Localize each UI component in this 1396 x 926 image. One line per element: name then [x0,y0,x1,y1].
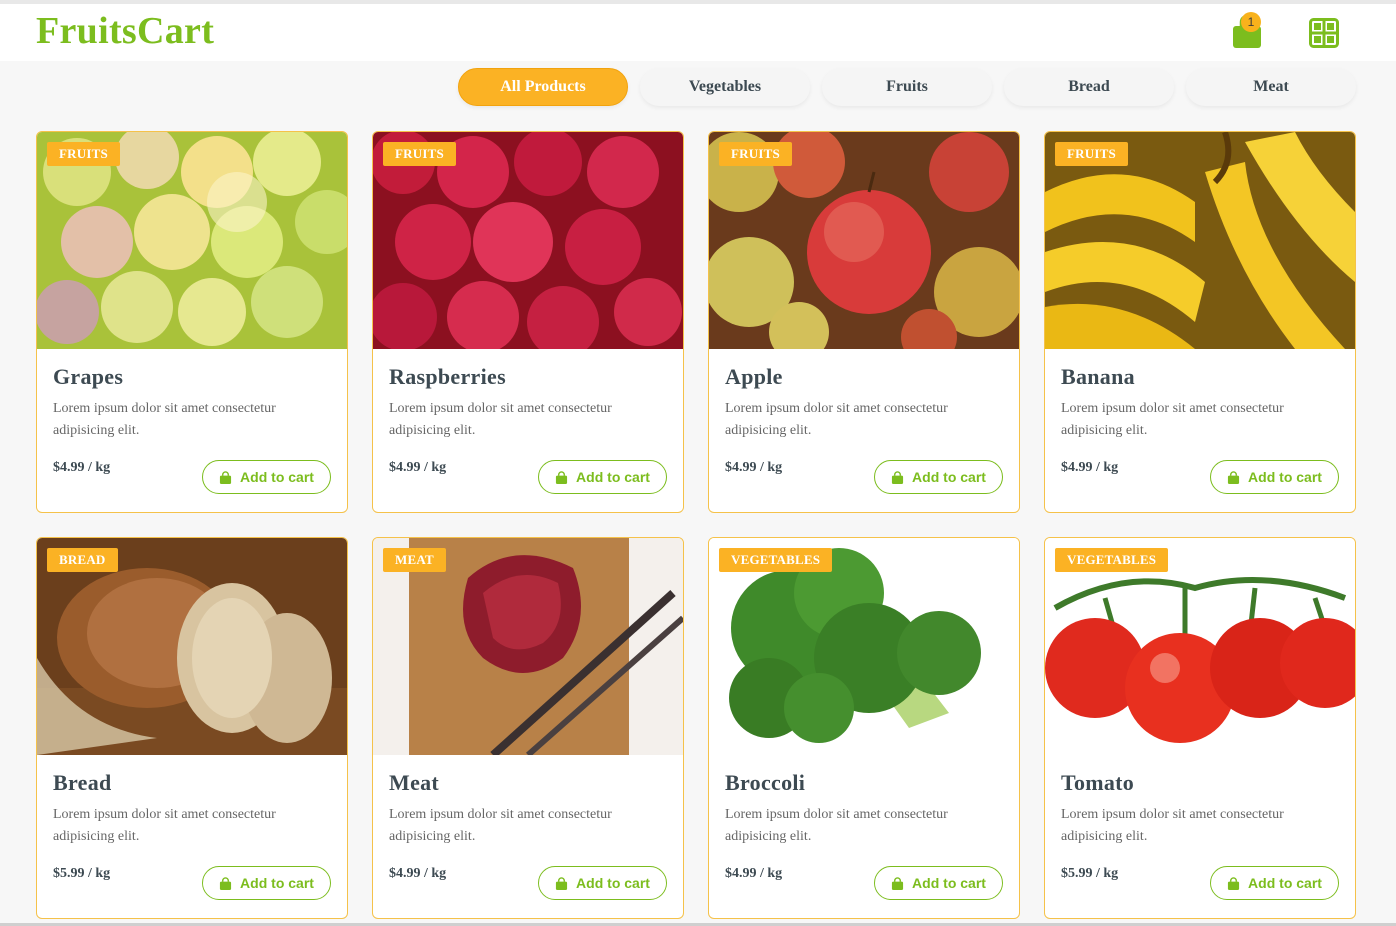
add-to-cart-button[interactable]: Add to cart [538,866,667,900]
add-to-cart-label: Add to cart [912,469,986,485]
product-title: Banana [1061,364,1135,389]
cart-count-badge: 1 [1241,12,1261,32]
cart-button[interactable]: 1 [1230,12,1266,52]
site-header: FruitsCart 1 [0,4,1396,61]
product-description: Lorem ipsum dolor sit amet consectetur a… [389,401,612,438]
add-to-cart-button[interactable]: Add to cart [874,866,1003,900]
tab-vegetables[interactable]: Vegetables [640,68,810,106]
tab-meat[interactable]: Meat [1186,68,1356,106]
product-card-broccoli: VEGETABLES Broccoli Lorem ipsum dolor si… [708,537,1020,919]
product-description: Lorem ipsum dolor sit amet consectetur a… [1061,807,1284,844]
product-title: Broccoli [725,770,806,795]
category-badge: BREAD [47,548,118,572]
product-title: Grapes [53,364,124,389]
shopping-bag-icon [219,470,232,484]
category-tabs: All Products Vegetables Fruits Bread Mea… [0,68,1396,108]
add-to-cart-button[interactable]: Add to cart [538,460,667,494]
grid-view-icon [1309,18,1339,48]
product-card-bread: BREAD Bread Lorem ipsum dolor sit amet c… [36,537,348,919]
add-to-cart-label: Add to cart [576,875,650,891]
product-price: $4.99 / kg [725,866,783,881]
shopping-bag-icon [891,876,904,890]
shopping-bag-icon [219,876,232,890]
product-card-meat: MEAT Meat Lorem ipsum dolor sit amet con… [372,537,684,919]
add-to-cart-button[interactable]: Add to cart [1210,866,1339,900]
add-to-cart-button[interactable]: Add to cart [202,866,331,900]
category-badge: FRUITS [1055,142,1128,166]
product-card-raspberries: FRUITS Raspberries Lorem ipsum dolor sit… [372,131,684,513]
product-title: Tomato [1061,770,1135,795]
brand-logo[interactable]: FruitsCart [36,9,214,53]
product-description: Lorem ipsum dolor sit amet consectetur a… [389,807,612,844]
product-description: Lorem ipsum dolor sit amet consectetur a… [1061,401,1284,438]
product-description: Lorem ipsum dolor sit amet consectetur a… [725,401,948,438]
product-title: Bread [53,770,112,795]
add-to-cart-label: Add to cart [1248,875,1322,891]
grid-view-button[interactable] [1309,18,1339,48]
product-price: $5.99 / kg [53,866,111,881]
product-price: $4.99 / kg [1061,460,1119,475]
add-to-cart-button[interactable]: Add to cart [874,460,1003,494]
add-to-cart-button[interactable]: Add to cart [1210,460,1339,494]
tab-fruits[interactable]: Fruits [822,68,992,106]
tab-all-products[interactable]: All Products [458,68,628,106]
add-to-cart-label: Add to cart [240,469,314,485]
product-card-apple: FRUITS Apple Lorem ipsum dolor sit amet … [708,131,1020,513]
product-title: Apple [725,364,783,389]
shopping-bag-icon [1227,876,1240,890]
product-card-grapes: FRUITS Grapes Lorem ipsum dolor sit amet… [36,131,348,513]
category-badge: FRUITS [383,142,456,166]
add-to-cart-label: Add to cart [1248,469,1322,485]
product-price: $4.99 / kg [53,460,111,475]
add-to-cart-label: Add to cart [912,875,986,891]
category-badge: MEAT [383,548,446,572]
product-description: Lorem ipsum dolor sit amet consectetur a… [53,807,276,844]
category-badge: VEGETABLES [1055,548,1169,572]
product-title: Raspberries [389,364,506,389]
product-title: Meat [389,770,440,795]
shopping-bag-icon [555,876,568,890]
add-to-cart-label: Add to cart [240,875,314,891]
product-price: $5.99 / kg [1061,866,1119,881]
product-description: Lorem ipsum dolor sit amet consectetur a… [725,807,948,844]
shopping-bag-icon [555,470,568,484]
product-price: $4.99 / kg [389,460,447,475]
category-badge: FRUITS [719,142,792,166]
product-card-tomato: VEGETABLES Tomato Lorem ipsum dolor sit … [1044,537,1356,919]
shopping-bag-icon [891,470,904,484]
add-to-cart-button[interactable]: Add to cart [202,460,331,494]
category-badge: VEGETABLES [719,548,833,572]
product-price: $4.99 / kg [725,460,783,475]
category-badge: FRUITS [47,142,120,166]
add-to-cart-label: Add to cart [576,469,650,485]
tab-bread[interactable]: Bread [1004,68,1174,106]
shopping-bag-icon [1227,470,1240,484]
product-card-banana: FRUITS Banana Lorem ipsum dolor sit amet… [1044,131,1356,513]
product-description: Lorem ipsum dolor sit amet consectetur a… [53,401,276,438]
product-price: $4.99 / kg [389,866,447,881]
